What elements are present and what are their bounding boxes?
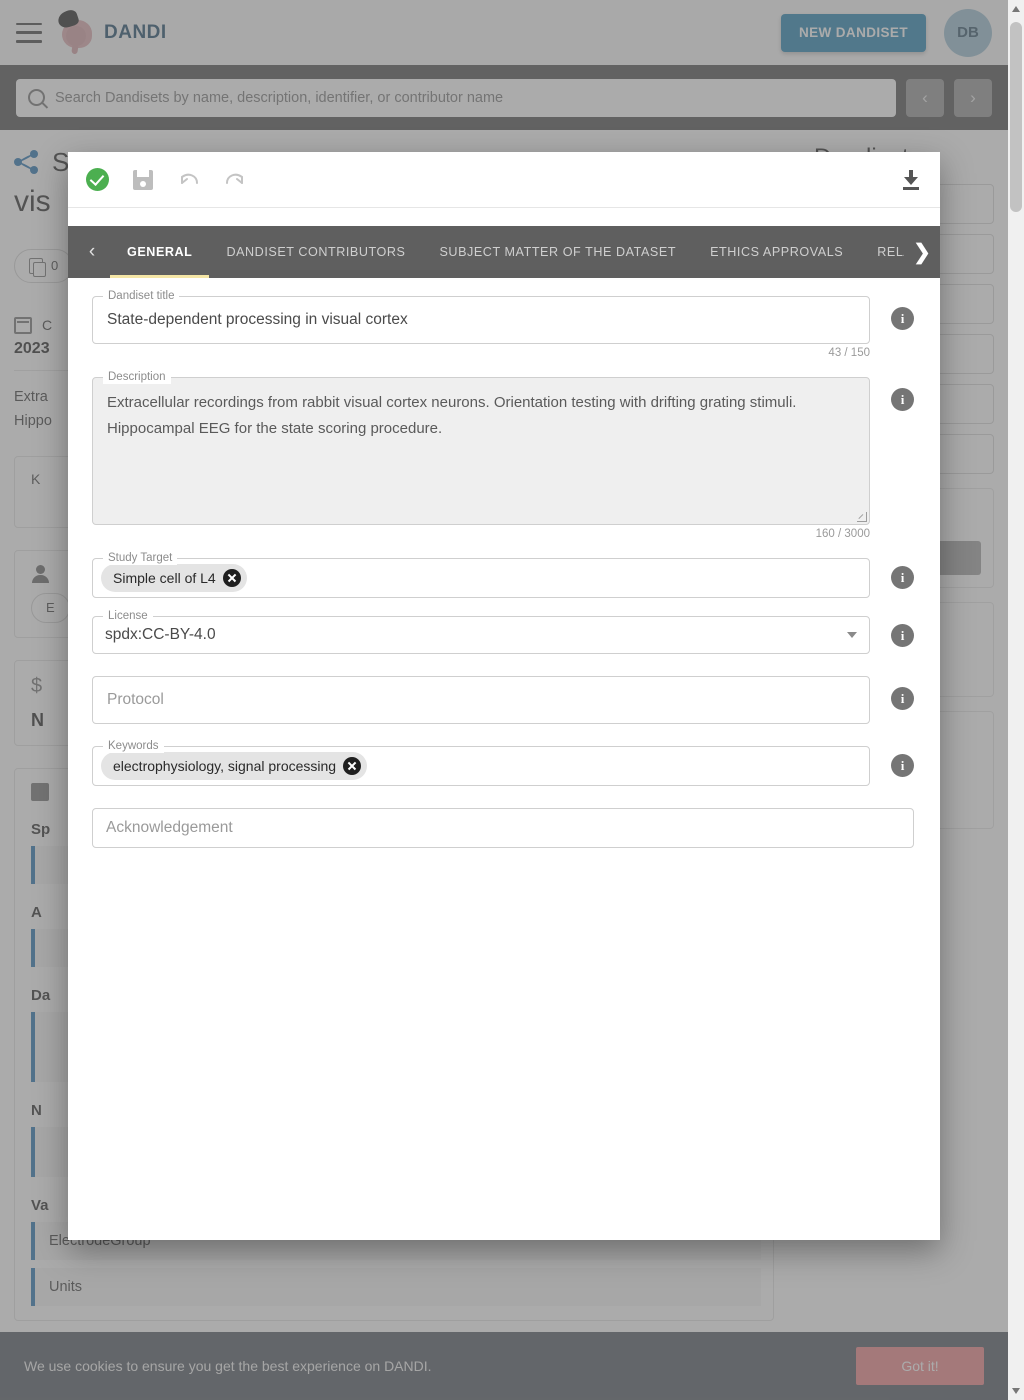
info-icon[interactable]: i [891,307,914,330]
keywords-legend: Keywords [103,740,164,753]
study-target-input[interactable]: Study Target Simple cell of L4 [92,552,870,598]
keywords-input[interactable]: Keywords electrophysiology, signal proce… [92,740,870,786]
dandiset-title-counter: 43 / 150 [828,347,870,359]
chevron-left-icon[interactable]: ‹ [74,226,110,278]
undo-arrow-icon[interactable] [174,165,204,195]
info-icon[interactable]: i [891,687,914,710]
protocol-placeholder: Protocol [107,691,164,708]
chip-remove-icon[interactable] [343,757,362,775]
description-paragraph-2: Hippocampal EEG for the state scoring pr… [107,420,443,438]
info-icon[interactable]: i [891,566,914,589]
description-paragraph-1: Extracellular recordings from rabbit vis… [107,394,797,411]
field-license: License spdx:CC-BY-4.0 i [92,610,918,654]
field-protocol: Protocol i [92,676,918,724]
scroll-down-icon[interactable] [1012,1388,1020,1394]
acknowledgement-placeholder: Acknowledgement [106,819,233,836]
tab-ethics-approvals[interactable]: ETHICS APPROVALS [693,226,860,278]
license-legend: License [103,610,153,623]
description-legend: Description [103,371,171,384]
acknowledgement-input[interactable]: Acknowledgement [92,808,914,848]
description-counter: 160 / 3000 [815,528,870,540]
keywords-chip[interactable]: electrophysiology, signal processing [101,752,368,780]
chevron-right-icon[interactable]: ❯ [904,226,940,278]
save-floppy-icon[interactable] [128,165,158,195]
info-icon[interactable]: i [891,754,914,777]
tab-subject-matter[interactable]: SUBJECT MATTER OF THE DATASET [422,226,693,278]
check-circle-icon[interactable] [82,165,112,195]
info-icon[interactable]: i [891,624,914,647]
chevron-down-icon [847,632,857,638]
toolbar-tabs-gap [68,208,940,226]
field-dandiset-title: Dandiset title State-dependent processin… [92,290,918,373]
study-target-chip[interactable]: Simple cell of L4 [101,564,247,592]
license-select[interactable]: License spdx:CC-BY-4.0 [92,610,870,654]
editor-form: Dandiset title State-dependent processin… [68,278,940,848]
study-target-legend: Study Target [103,552,178,565]
resize-handle-icon[interactable] [857,512,867,522]
field-keywords: Keywords electrophysiology, signal proce… [92,740,918,786]
scroll-up-icon[interactable] [1012,6,1020,12]
tab-general[interactable]: GENERAL [110,226,210,278]
metadata-editor-dialog: ‹ GENERAL DANDISET CONTRIBUTORS SUBJECT … [68,152,940,1240]
editor-toolbar [68,152,940,208]
app-root: DANDI NEW DANDISET DB Search Dandisets b… [0,0,1024,1400]
dandiset-title-legend: Dandiset title [103,290,180,303]
chip-remove-icon[interactable] [222,569,241,587]
dandiset-title-value: State-dependent processing in visual cor… [107,311,408,328]
license-value: spdx:CC-BY-4.0 [105,626,216,643]
protocol-input[interactable]: Protocol [92,676,870,724]
description-textarea[interactable]: Description Extracellular recordings fro… [92,371,870,525]
dandiset-title-input[interactable]: Dandiset title State-dependent processin… [92,290,870,344]
info-icon[interactable]: i [891,388,914,411]
field-description: Description Extracellular recordings fro… [92,371,918,554]
download-icon[interactable] [896,165,926,195]
field-acknowledgement: Acknowledgement [92,808,918,848]
chip-label: Simple cell of L4 [113,570,216,586]
tab-dandiset-contributors[interactable]: DANDISET CONTRIBUTORS [209,226,422,278]
editor-tabs: ‹ GENERAL DANDISET CONTRIBUTORS SUBJECT … [68,226,940,278]
chip-label: electrophysiology, signal processing [113,758,337,774]
scrollbar-thumb[interactable] [1010,22,1022,212]
redo-arrow-icon[interactable] [220,165,250,195]
page-scrollbar[interactable] [1008,0,1024,1400]
field-study-target: Study Target Simple cell of L4 i [92,552,918,598]
